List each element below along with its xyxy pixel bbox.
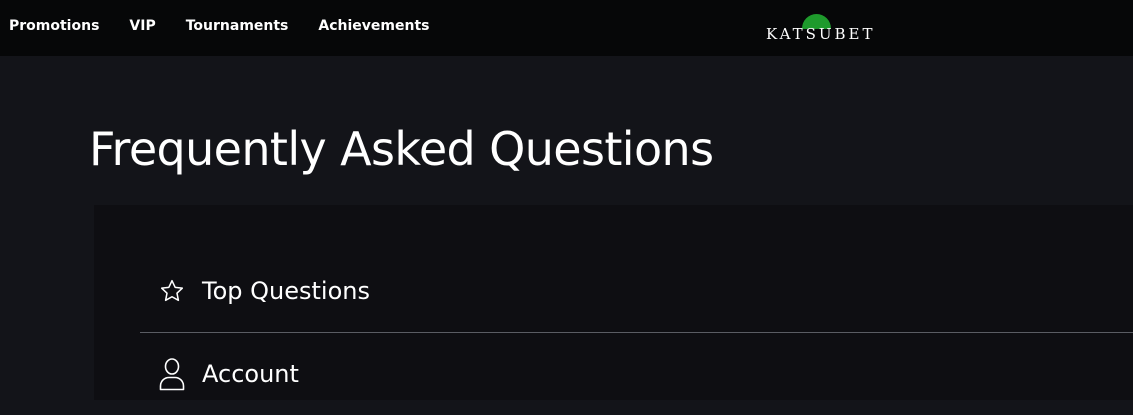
katsubet-logo[interactable]: KATSUBET — [766, 14, 873, 46]
faq-category-label: Account — [202, 360, 299, 388]
top-navigation-bar: Promotions VIP Tournaments Achievements … — [0, 0, 1133, 56]
faq-panel: Top Questions Account — [94, 205, 1133, 400]
nav-link-vip[interactable]: VIP — [129, 18, 155, 34]
main-nav: Promotions VIP Tournaments Achievements — [9, 0, 459, 54]
faq-category-account[interactable]: Account — [140, 333, 1133, 415]
logo-text: KATSUBET — [766, 25, 876, 43]
nav-link-promotions[interactable]: Promotions — [9, 18, 99, 34]
faq-category-label: Top Questions — [202, 277, 370, 305]
nav-link-achievements[interactable]: Achievements — [318, 18, 429, 34]
page-title: Frequently Asked Questions — [89, 122, 714, 176]
nav-link-tournaments[interactable]: Tournaments — [186, 18, 289, 34]
user-outline-icon — [158, 357, 186, 391]
faq-category-top-questions[interactable]: Top Questions — [140, 250, 1133, 333]
star-outline-icon — [158, 274, 186, 308]
